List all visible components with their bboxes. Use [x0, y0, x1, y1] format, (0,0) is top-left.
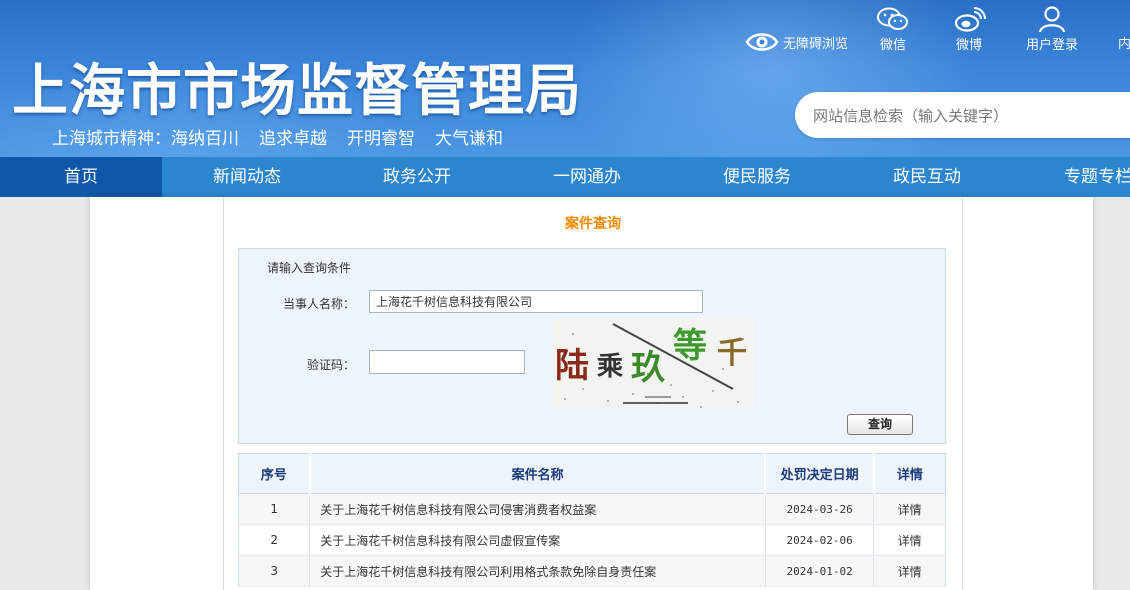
column-header: 案件名称 [309, 453, 767, 494]
detail-link[interactable]: 详情 [873, 493, 946, 525]
eye-icon [745, 33, 779, 51]
user-login-label: 用户登录 [1026, 38, 1079, 53]
case-name-link[interactable]: 关于上海花千树信息科技有限公司侵害消费者权益案 [309, 493, 766, 525]
nav-item-public-service[interactable]: 便民服务 [672, 157, 842, 197]
penalty-date: 2024-01-02 [765, 555, 875, 587]
nav-item-interaction[interactable]: 政民互动 [842, 157, 1012, 197]
nav-item-one-stop-service[interactable]: 一网通办 [502, 157, 672, 197]
column-header: 详情 [873, 453, 946, 494]
penalty-date: 2024-02-06 [765, 524, 875, 556]
captcha-char: 玖 [631, 348, 665, 388]
weibo-label: 微博 [955, 38, 982, 53]
more-label: 内 [1118, 37, 1130, 52]
page-title: 案件查询 [565, 216, 621, 232]
column-header: 序号 [238, 453, 311, 494]
nav-item-gov-affairs[interactable]: 政务公开 [332, 157, 502, 197]
user-icon [1038, 6, 1066, 32]
query-hint: 请输入查询条件 [267, 261, 352, 275]
main-nav: 首页 新闻动态 政务公开 一网通办 便民服务 政民互动 专题专栏 [0, 157, 1130, 197]
column-header: 处罚决定日期 [765, 453, 875, 494]
site-search-box [795, 92, 1130, 138]
row-number: 3 [238, 555, 311, 587]
case-name-link[interactable]: 关于上海花千树信息科技有限公司利用格式条款免除自身责任案 [309, 555, 766, 587]
results-table: 序号 案件名称 处罚决定日期 详情 1 关于上海花千树信息科技有限公司侵害消费者… [238, 453, 946, 587]
detail-link[interactable]: 详情 [873, 524, 946, 556]
case-name-link[interactable]: 关于上海花千树信息科技有限公司虚假宣传案 [309, 524, 766, 556]
captcha-char: 陆 [555, 346, 589, 386]
weibo-link[interactable]: 微博 [952, 6, 986, 53]
wechat-icon [877, 7, 908, 30]
party-name-input[interactable] [369, 290, 703, 313]
nav-item-news[interactable]: 新闻动态 [162, 157, 332, 197]
slogan-item: 追求卓越 [259, 129, 327, 149]
captcha-image[interactable]: 陆 乘 玖 等 千 [553, 319, 753, 408]
results-header-row: 序号 案件名称 处罚决定日期 详情 [238, 453, 946, 494]
captcha-label: 验证码： [306, 358, 355, 372]
nav-item-home[interactable]: 首页 [0, 157, 162, 197]
captcha-char: 等 [673, 326, 707, 366]
query-form: 请输入查询条件 当事人名称： 验证码： 陆 乘 [238, 248, 946, 444]
detail-link[interactable]: 详情 [873, 555, 946, 587]
row-number: 1 [238, 493, 311, 525]
accessibility-label: 无障碍浏览 [783, 36, 849, 52]
site-header: 上海市市场监督管理局 上海城市精神：海纳百川 追求卓越 开明睿智 大气谦和 无障碍浏览… [0, 0, 1130, 157]
more-link[interactable]: 内 [1118, 33, 1130, 52]
site-title[interactable]: 上海市市场监督管理局 [12, 46, 582, 127]
row-number: 2 [238, 524, 311, 556]
query-button[interactable]: 查询 [847, 414, 913, 435]
captcha-input[interactable] [369, 350, 525, 374]
slogan-item: 开明睿智 [347, 129, 415, 149]
weibo-icon [954, 7, 986, 32]
table-row: 2 关于上海花千树信息科技有限公司虚假宣传案 2024-02-06 详情 [238, 524, 946, 556]
captcha-char: 千 [717, 336, 747, 371]
wechat-label: 微信 [879, 38, 906, 53]
user-login-link[interactable]: 用户登录 [1026, 6, 1078, 53]
slogan-item: 大气谦和 [435, 129, 503, 149]
party-name-label: 当事人名称： [282, 297, 355, 311]
wechat-link[interactable]: 微信 [876, 6, 910, 53]
content-page: 案件查询 请输入查询条件 当事人名称： 验证码： [90, 197, 1093, 590]
penalty-date: 2024-03-26 [765, 493, 875, 525]
table-row: 3 关于上海花千树信息科技有限公司利用格式条款免除自身责任案 2024-01-0… [238, 555, 946, 587]
case-query-panel: 案件查询 请输入查询条件 当事人名称： 验证码： [223, 197, 963, 590]
accessibility-link[interactable]: 无障碍浏览 [745, 29, 848, 55]
site-search-input[interactable] [811, 103, 1130, 129]
city-slogan: 上海城市精神：海纳百川 追求卓越 开明睿智 大气谦和 [52, 124, 523, 149]
captcha-char: 乘 [596, 352, 623, 382]
table-row: 1 关于上海花千树信息科技有限公司侵害消费者权益案 2024-03-26 详情 [238, 493, 946, 525]
nav-item-special-topics[interactable]: 专题专栏 [1012, 157, 1130, 197]
slogan-lead: 上海城市精神： [52, 129, 171, 149]
slogan-item: 海纳百川 [171, 129, 239, 149]
